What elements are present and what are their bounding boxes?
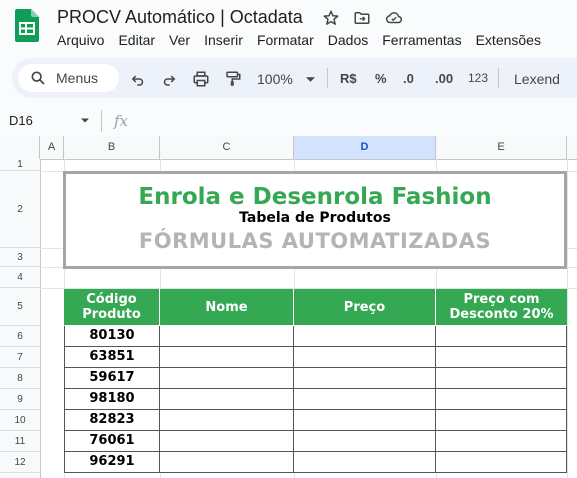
menu-arquivo[interactable]: Arquivo [57,32,104,50]
undo-icon[interactable] [129,70,147,88]
row-header-10[interactable]: 10 [0,410,40,431]
product-code-cell[interactable]: 98180 [64,389,160,410]
toolbar-divider [498,68,499,88]
row-header-3[interactable]: 3 [0,248,40,267]
menu-dados[interactable]: Dados [328,32,368,50]
search-menus-label[interactable]: Menus [56,70,98,86]
product-discount-cell[interactable] [436,452,567,473]
name-box[interactable]: D16 [9,113,33,128]
format-currency-button[interactable]: R$ [340,71,357,86]
banner-title: Enrola e Desenrola Fashion [138,184,492,210]
menu-formatar[interactable]: Formatar [257,32,314,50]
banner-subtitle: Tabela de Produtos [239,210,391,226]
print-icon[interactable] [192,70,210,88]
zoom-dropdown-arrow-icon[interactable] [306,77,315,82]
product-price-cell[interactable] [294,410,436,431]
menu-inserir[interactable]: Inserir [204,32,243,50]
product-code-cell[interactable]: 59617 [64,368,160,389]
font-select[interactable]: Lexend [514,71,560,87]
header-code-line1: Código [86,292,137,307]
paint-format-icon[interactable] [224,70,242,88]
product-name-cell[interactable] [160,452,294,473]
row-header-8[interactable]: 8 [0,368,40,389]
column-header-e[interactable]: E [436,136,567,159]
more-formats-button[interactable]: 123 [468,71,488,85]
row-header-1[interactable]: 1 [0,159,40,171]
zoom-select[interactable]: 100% [257,71,293,87]
row-header-9[interactable]: 9 [0,389,40,410]
product-price-cell[interactable] [294,431,436,452]
product-price-cell[interactable] [294,347,436,368]
product-price-cell[interactable] [294,452,436,473]
product-code-cell[interactable]: 76061 [64,431,160,452]
redo-icon[interactable] [160,70,178,88]
row-header-11[interactable]: 11 [0,431,40,452]
product-discount-cell[interactable] [436,431,567,452]
format-percent-button[interactable]: % [375,71,387,86]
product-name-cell[interactable] [160,368,294,389]
menu-extensoes[interactable]: Extensões [476,32,541,50]
column-header-b[interactable]: B [64,136,160,159]
menu-ferramentas[interactable]: Ferramentas [382,32,461,50]
row-header-7[interactable]: 7 [0,347,40,368]
banner-formulas-label: FÓRMULAS AUTOMATIZADAS [138,229,492,253]
product-code-cell[interactable]: 82823 [64,410,160,431]
header-discount-line1: Preço com [463,292,540,307]
grid-line [567,159,568,478]
fx-icon: fx [114,112,129,130]
column-header-c[interactable]: C [160,136,294,159]
decrease-decimal-button[interactable]: .0 [403,71,414,86]
row-header-4[interactable]: 4 [0,267,40,288]
product-discount-cell[interactable] [436,347,567,368]
menu-bar: Arquivo Editar Ver Inserir Formatar Dado… [57,32,555,50]
header-nome[interactable]: Nome [160,289,294,325]
product-name-cell[interactable] [160,431,294,452]
name-box-dropdown-icon[interactable] [81,118,89,123]
toolbar-divider [327,68,328,88]
document-title[interactable]: PROCV Automático | Octadata [57,7,303,28]
product-code-cell[interactable]: 80130 [64,326,160,347]
product-discount-cell[interactable] [436,389,567,410]
header-preco-desconto[interactable]: Preço com Desconto 20% [436,289,567,325]
select-all-corner[interactable] [0,136,40,159]
product-discount-cell[interactable] [436,410,567,431]
search-icon[interactable] [30,70,46,86]
menu-ver[interactable]: Ver [169,32,190,50]
product-name-cell[interactable] [160,389,294,410]
star-icon[interactable] [322,9,340,27]
row-header-12[interactable]: 12 [0,452,40,473]
product-price-cell[interactable] [294,389,436,410]
product-discount-cell[interactable] [436,368,567,389]
product-name-cell[interactable] [160,347,294,368]
product-code-cell[interactable]: 63851 [64,347,160,368]
product-code-cell[interactable]: 96291 [64,452,160,473]
move-folder-icon[interactable] [353,9,371,27]
sheets-logo-icon[interactable] [15,9,39,42]
product-name-cell[interactable] [160,326,294,347]
product-discount-cell[interactable] [436,326,567,347]
row-header-2[interactable]: 2 [0,171,40,248]
header-code-line2: Produto [82,307,141,322]
row-header-5[interactable]: 5 [0,288,40,326]
menu-editar[interactable]: Editar [118,32,155,50]
column-header-a[interactable]: A [40,136,64,159]
row-header-6[interactable]: 6 [0,326,40,347]
formula-bar-divider [101,110,102,132]
increase-decimal-button[interactable]: .00 [435,71,453,86]
product-price-cell[interactable] [294,326,436,347]
header-codigo-produto[interactable]: Código Produto [64,289,160,325]
column-header-d[interactable]: D [294,136,436,159]
header-discount-line2: Desconto 20% [449,307,554,322]
cloud-saved-icon[interactable] [385,9,403,27]
product-name-cell[interactable] [160,410,294,431]
header-preco[interactable]: Preço [294,289,436,325]
product-price-cell[interactable] [294,368,436,389]
